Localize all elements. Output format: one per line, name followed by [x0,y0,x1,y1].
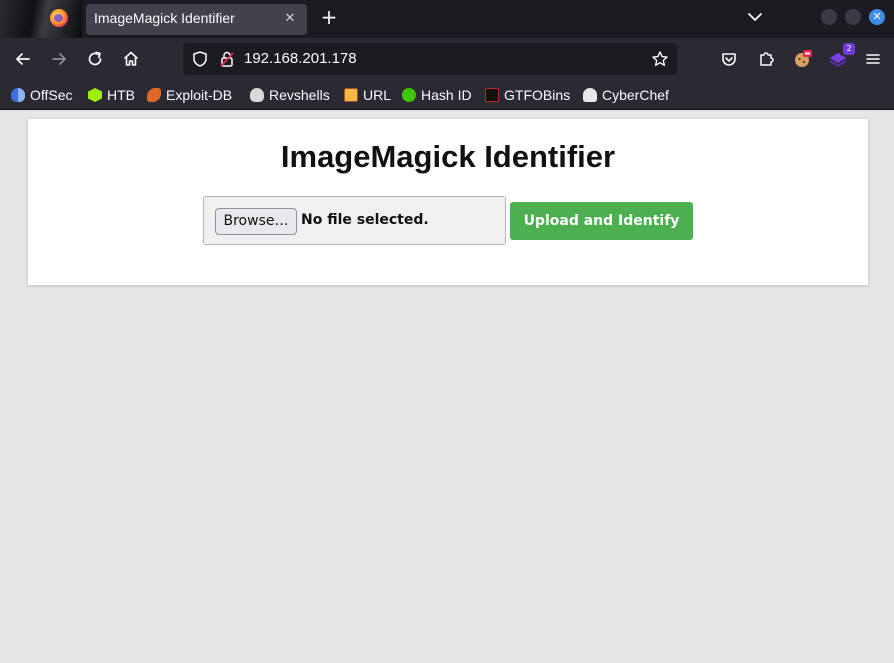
tab-strip: ImageMagick Identifier ✕ + ✕ [0,0,894,38]
extension-badge: 2 [843,43,855,55]
url-text: 192.168.201.178 [244,50,357,67]
bookmark-cyberchef[interactable]: CyberChef [583,86,669,104]
bookmark-label: Exploit-DB [166,87,233,103]
skull-icon [250,88,264,102]
close-window-button[interactable]: ✕ [869,9,885,25]
tab-active[interactable]: ImageMagick Identifier ✕ [86,4,307,35]
tab-title: ImageMagick Identifier [94,10,235,26]
extensions-puzzle-icon[interactable] [756,49,776,69]
bookmark-offsec[interactable]: OffSec [11,86,73,104]
forward-arrow-icon[interactable] [49,49,69,69]
offsec-icon [11,88,25,102]
bookmark-label: CyberChef [602,87,669,103]
tracking-protection-shield-icon[interactable] [191,50,209,68]
bookmark-star-icon[interactable] [651,50,669,68]
bookmark-exploit-db[interactable]: Exploit-DB [147,86,232,104]
exploit-db-icon [147,88,161,102]
pocket-icon[interactable] [719,49,739,69]
file-input[interactable]: Browse… No file selected. [203,196,506,245]
bookmark-label: OffSec [30,87,73,103]
hamburger-menu-icon[interactable] [863,49,883,69]
minimize-button[interactable] [821,9,837,25]
firefox-icon[interactable] [50,9,68,27]
insecure-lock-icon[interactable] [218,50,236,68]
bookmark-revshells[interactable]: Revshells [250,86,330,104]
bookmark-url[interactable]: URL [344,86,391,104]
bookmark-label: URL [363,87,392,103]
upload-and-identify-button[interactable]: Upload and Identify [510,202,693,240]
bookmarks-toolbar: OffSec HTB Exploit-DB Revshells URL Hash… [0,80,894,110]
page-title: ImageMagick Identifier [280,139,616,174]
reload-icon[interactable] [85,49,105,69]
new-tab-button[interactable]: + [318,6,340,28]
hash-id-icon [402,88,416,102]
url-icon [344,88,358,102]
bookmark-label: GTFOBins [504,87,571,103]
maximize-button[interactable] [845,9,861,25]
back-arrow-icon[interactable] [13,49,33,69]
bookmark-label: Hash ID [421,87,472,103]
file-status-text: No file selected. [301,212,429,228]
url-bar[interactable]: 192.168.201.178 [183,43,677,75]
htb-icon [88,88,102,102]
cyberchef-icon [583,88,597,102]
bookmark-label: HTB [107,87,135,103]
desktop-wallpaper [0,0,82,38]
identifier-card: ImageMagick Identifier Browse… No file s… [28,119,868,285]
bookmark-gtfobins[interactable]: GTFOBins [485,86,570,104]
navigation-toolbar: 192.168.201.178 2 [0,38,894,80]
cookie-editor-extension-icon[interactable] [792,49,812,69]
extension-stack-icon[interactable]: 2 [828,43,855,69]
home-icon[interactable] [121,49,141,69]
bookmark-label: Revshells [269,87,330,103]
tab-close-icon[interactable]: ✕ [282,11,298,27]
browse-button[interactable]: Browse… [215,208,297,235]
bookmark-htb[interactable]: HTB [88,86,135,104]
bookmark-hash-id[interactable]: Hash ID [402,86,472,104]
gtfobins-icon [485,88,499,102]
tab-list-chevron-icon[interactable] [745,7,765,27]
